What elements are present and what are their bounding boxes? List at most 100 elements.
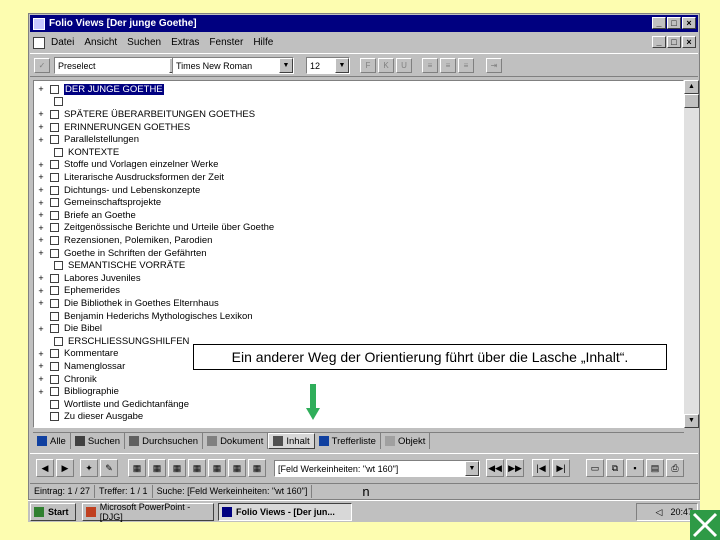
- tree-checkbox[interactable]: [50, 298, 59, 308]
- font-combo[interactable]: Times New Roman ▼: [172, 57, 294, 74]
- tree-checkbox[interactable]: [50, 122, 59, 132]
- tree-row[interactable]: + Ephemerides: [34, 285, 120, 298]
- tree-checkbox[interactable]: [50, 185, 59, 195]
- tree-checkbox[interactable]: [50, 84, 59, 94]
- tree-row[interactable]: + Die Bibel: [34, 322, 102, 335]
- record-icon[interactable]: ▦: [208, 459, 226, 477]
- tab-trefferliste[interactable]: Trefferliste: [315, 433, 381, 449]
- folio-app-icon[interactable]: [33, 17, 45, 30]
- chevron-down-icon[interactable]: ▼: [335, 58, 349, 73]
- menu-suchen[interactable]: Suchen: [127, 37, 161, 48]
- tree-row[interactable]: + Labores Juveniles: [34, 272, 140, 285]
- tree-row[interactable]: + SPÄTERE ÜBERARBEITUNGEN GOETHES: [34, 108, 255, 121]
- expand-icon[interactable]: +: [36, 84, 46, 94]
- expand-icon[interactable]: +: [36, 324, 46, 334]
- record-icon[interactable]: ▦: [168, 459, 186, 477]
- expand-icon[interactable]: +: [36, 361, 46, 371]
- tree-row[interactable]: + Die Bibliothek in Goethes Elternhaus: [34, 297, 218, 310]
- expand-icon[interactable]: +: [36, 235, 46, 245]
- record-icon[interactable]: ▦: [188, 459, 206, 477]
- query-combo[interactable]: [Feld Werkeinheiten: "wt 160"] ▼: [274, 460, 480, 477]
- indent-icon[interactable]: ⇥: [486, 58, 502, 73]
- expand-icon[interactable]: +: [36, 135, 46, 145]
- forward-icon[interactable]: ▶: [56, 459, 74, 477]
- expand-icon[interactable]: +: [36, 298, 46, 308]
- tree-checkbox[interactable]: [50, 387, 59, 397]
- tree-checkbox[interactable]: [50, 311, 59, 321]
- copy-icon[interactable]: ⧉: [606, 459, 624, 477]
- tree-row[interactable]: ERSCHLIESSUNGSHILFEN: [50, 335, 189, 348]
- folder-icon[interactable]: ▭: [586, 459, 604, 477]
- menu-ansicht[interactable]: Ansicht: [84, 37, 117, 48]
- tree-checkbox[interactable]: [50, 399, 59, 409]
- expand-icon[interactable]: +: [36, 248, 46, 258]
- tree-row[interactable]: + ERINNERUNGEN GOETHES: [34, 121, 190, 134]
- pencil-icon[interactable]: ✎: [100, 459, 118, 477]
- document-icon[interactable]: [33, 36, 45, 49]
- tree-checkbox[interactable]: [50, 273, 59, 283]
- chevron-down-icon[interactable]: ▼: [279, 58, 293, 73]
- tree-row[interactable]: Benjamin Hederichs Mythologisches Lexiko…: [34, 310, 253, 323]
- scroll-down-icon[interactable]: ▼: [684, 414, 699, 428]
- speaker-icon[interactable]: ◁: [656, 507, 663, 518]
- tab-dokument[interactable]: Dokument: [203, 433, 269, 449]
- expand-icon[interactable]: +: [36, 286, 46, 296]
- style-combo[interactable]: Preselect ▼: [54, 57, 184, 74]
- tree-row[interactable]: + Chronik: [34, 373, 96, 386]
- tree-row[interactable]: + Gemeinschaftsprojekte: [34, 196, 161, 209]
- tree-row[interactable]: + Goethe in Schriften der Gefährten: [34, 247, 206, 260]
- book-icon[interactable]: ▤: [646, 459, 664, 477]
- menu-fenster[interactable]: Fenster: [209, 37, 243, 48]
- tab-objekt[interactable]: Objekt: [381, 433, 431, 449]
- tab-durchsuchen[interactable]: Durchsuchen: [125, 433, 204, 449]
- tree-checkbox[interactable]: [50, 286, 59, 296]
- taskbar-item-folio[interactable]: Folio Views - [Der jun...: [218, 503, 352, 521]
- record-icon[interactable]: ▦: [128, 459, 146, 477]
- maximize-button[interactable]: □: [667, 17, 681, 29]
- previous-hit-icon[interactable]: ◀◀: [486, 459, 504, 477]
- tree-checkbox[interactable]: [54, 336, 63, 346]
- tree-checkbox[interactable]: [50, 160, 59, 170]
- tree-row[interactable]: KONTEXTE: [50, 146, 119, 159]
- align-right-icon[interactable]: ≡: [458, 58, 474, 73]
- scroll-thumb[interactable]: [684, 94, 699, 108]
- title-bar[interactable]: Folio Views [Der junge Goethe] _ □ ×: [30, 15, 698, 32]
- expand-icon[interactable]: +: [36, 273, 46, 283]
- tree-checkbox[interactable]: [50, 248, 59, 258]
- doc-close-button[interactable]: ×: [682, 36, 696, 48]
- chevron-down-icon[interactable]: ▼: [465, 461, 479, 476]
- record-icon[interactable]: ▦: [248, 459, 266, 477]
- italic-button[interactable]: K: [378, 58, 394, 73]
- tree-checkbox[interactable]: [54, 147, 63, 157]
- record-icon[interactable]: ▦: [228, 459, 246, 477]
- menu-hilfe[interactable]: Hilfe: [253, 37, 273, 48]
- tree-row[interactable]: + Parallelstellungen: [34, 133, 139, 146]
- align-left-icon[interactable]: ≡: [422, 58, 438, 73]
- tree-row[interactable]: + Namenglossar: [34, 360, 125, 373]
- size-combo[interactable]: 12 ▼: [306, 57, 350, 74]
- tree-checkbox[interactable]: [50, 235, 59, 245]
- expand-icon[interactable]: +: [36, 210, 46, 220]
- tree-row[interactable]: + Rezensionen, Polemiken, Parodien: [34, 234, 212, 247]
- align-center-icon[interactable]: ≡: [440, 58, 456, 73]
- checkmark-icon[interactable]: ✓: [34, 58, 50, 73]
- tree-row[interactable]: + Dichtungs- und Lebenskonzepte: [34, 184, 200, 197]
- taskbar-item-powerpoint[interactable]: Microsoft PowerPoint - [DJG]: [82, 502, 214, 522]
- tree-checkbox[interactable]: [50, 135, 59, 145]
- menu-extras[interactable]: Extras: [171, 37, 199, 48]
- tree-row[interactable]: + Stoffe und Vorlagen einzelner Werke: [34, 159, 218, 172]
- tree-row[interactable]: [50, 96, 68, 109]
- tab-inhalt[interactable]: Inhalt: [268, 433, 315, 449]
- tree-checkbox[interactable]: [50, 412, 59, 422]
- tab-suchen[interactable]: Suchen: [71, 433, 126, 449]
- expand-icon[interactable]: +: [36, 198, 46, 208]
- tree-checkbox[interactable]: [50, 324, 59, 334]
- expand-icon[interactable]: +: [36, 109, 46, 119]
- tree-checkbox[interactable]: [50, 172, 59, 182]
- tab-alle[interactable]: Alle: [33, 433, 71, 449]
- next-hit-icon[interactable]: ▶▶: [506, 459, 524, 477]
- print-icon[interactable]: ⎙: [666, 459, 684, 477]
- doc-minimize-button[interactable]: _: [652, 36, 666, 48]
- tree-checkbox[interactable]: [54, 261, 63, 271]
- expand-icon[interactable]: +: [36, 223, 46, 233]
